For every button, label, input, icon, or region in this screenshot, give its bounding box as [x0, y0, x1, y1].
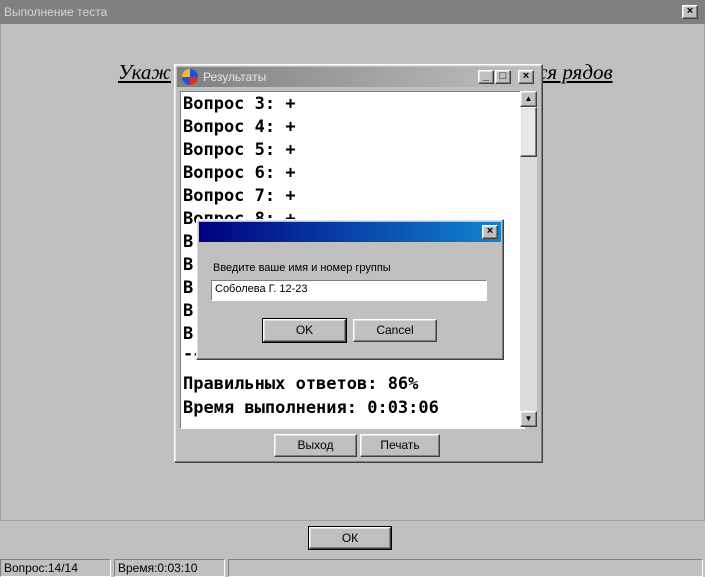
close-icon: ×	[486, 225, 494, 237]
status-question-count: Вопрос:14/14	[0, 559, 111, 577]
app-icon	[182, 69, 198, 85]
results-close-button[interactable]: ×	[518, 70, 534, 84]
result-line-hidden: В	[183, 232, 194, 252]
question-text-start: Укаж	[118, 60, 171, 84]
status-empty-panel	[228, 559, 703, 577]
dialog-prompt: Введите ваше имя и номер группы	[213, 262, 391, 274]
maximize-icon: □	[499, 70, 507, 82]
status-elapsed-time: Время:0:03:10	[114, 559, 225, 577]
result-line-hidden: В	[183, 301, 194, 321]
results-minimize-button[interactable]: _	[478, 70, 494, 84]
results-scrollbar[interactable]: ▲ ▼	[520, 91, 537, 427]
scroll-down-button[interactable]: ▼	[520, 411, 537, 427]
question-text-end: ся рядов	[538, 60, 613, 84]
dialog-ok-button[interactable]: OK	[262, 318, 347, 343]
scroll-up-button[interactable]: ▲	[520, 91, 537, 107]
dialog-close-button[interactable]: ×	[482, 225, 498, 239]
name-group-input[interactable]: Соболева Г. 12-23	[211, 280, 487, 301]
results-title-bar: Результаты _ □ ×	[177, 67, 540, 87]
name-input-dialog: × Введите ваше имя и номер группы Соболе…	[196, 219, 504, 360]
dialog-title-bar: ×	[199, 222, 501, 242]
scroll-thumb[interactable]	[520, 107, 537, 157]
correct-answers-percent: Правильных ответов: 86%	[183, 374, 419, 394]
main-window-title: Выполнение теста	[4, 5, 108, 19]
result-line-hidden: В	[183, 324, 194, 344]
exit-button[interactable]: Выход	[274, 434, 357, 457]
minimize-icon: _	[482, 70, 490, 82]
close-icon: ×	[522, 70, 530, 82]
result-line-hidden: В	[183, 278, 194, 298]
result-line-hidden: В	[183, 255, 194, 275]
arrow-up-icon: ▲	[524, 94, 533, 103]
main-close-button[interactable]: ×	[682, 5, 698, 19]
result-line: Вопрос 7: +	[183, 186, 296, 206]
result-line: Вопрос 3: +	[183, 94, 296, 114]
completion-time: Время выполнения: 0:03:06	[183, 398, 439, 418]
print-button[interactable]: Печать	[360, 434, 440, 457]
result-line: Вопрос 6: +	[183, 163, 296, 183]
close-icon: ×	[686, 5, 694, 17]
results-window-title: Результаты	[203, 70, 267, 84]
main-title-bar: Выполнение теста ×	[0, 0, 705, 24]
arrow-down-icon: ▼	[524, 414, 533, 423]
main-ok-button[interactable]: ОК	[308, 526, 392, 550]
dialog-cancel-button[interactable]: Cancel	[353, 319, 437, 342]
result-line: Вопрос 5: +	[183, 140, 296, 160]
result-line: Вопрос 4: +	[183, 117, 296, 137]
results-maximize-button[interactable]: □	[495, 70, 511, 84]
